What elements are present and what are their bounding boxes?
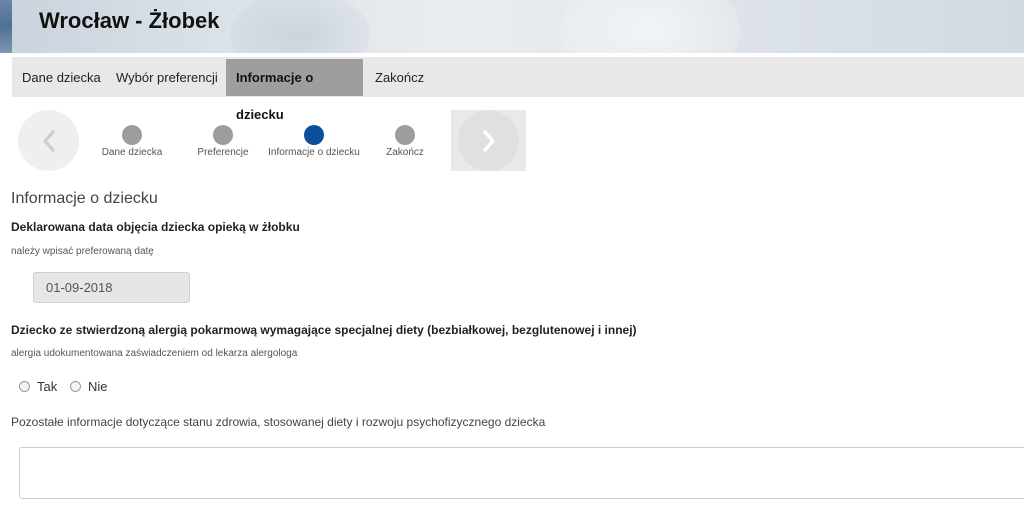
- chevron-left-icon: [18, 110, 79, 171]
- radio-option-tak[interactable]: Tak: [19, 377, 57, 395]
- header-banner: Wrocław - Żłobek: [0, 0, 1024, 53]
- banner-edge: [0, 0, 12, 53]
- tab-informacje-o-dziecku[interactable]: Informacje o dziecku: [226, 59, 363, 122]
- step-label-zakoncz: Zakończ: [386, 147, 424, 158]
- radio-label-nie: Nie: [88, 378, 108, 394]
- page-title: Wrocław - Żłobek: [39, 8, 220, 33]
- step-indicator-zakoncz[interactable]: [395, 125, 415, 145]
- previous-step-button[interactable]: [18, 110, 79, 171]
- date-question-hint: należy wpisać preferowaną datę: [11, 246, 154, 257]
- radio-label-tak: Tak: [37, 378, 58, 394]
- tab-dane-dziecka[interactable]: Dane dziecka: [12, 59, 111, 96]
- step-indicator-preferencje[interactable]: [213, 125, 233, 145]
- tab-wybor-preferencji[interactable]: Wybór preferencji: [106, 59, 228, 96]
- step-indicator-dane-dziecka[interactable]: [122, 125, 142, 145]
- allergy-question-label: Dziecko ze stwierdzoną alergią pokarmową…: [11, 323, 637, 337]
- step-indicator-informacje-o-dziecku[interactable]: [304, 125, 324, 145]
- banner-decoration: [230, 0, 370, 53]
- tab-zakoncz[interactable]: Zakończ: [365, 59, 434, 96]
- tab-bar: Dane dziecka Wybór preferencji Informacj…: [12, 57, 1024, 122]
- date-field[interactable]: 01-09-2018: [33, 272, 190, 303]
- allergy-question-hint: alergia udokumentowana zaświadczeniem od…: [11, 348, 298, 359]
- next-step-button[interactable]: [451, 110, 526, 171]
- radio-option-nie[interactable]: Nie: [70, 377, 108, 395]
- banner-decoration: [560, 0, 740, 53]
- other-info-textarea[interactable]: [19, 447, 1024, 499]
- other-info-label: Pozostałe informacje dotyczące stanu zdr…: [11, 415, 546, 429]
- chevron-right-icon: [451, 110, 526, 171]
- date-question-label: Deklarowana data objęcia dziecka opieką …: [11, 220, 300, 234]
- section-title: Informacje o dziecku: [11, 190, 158, 207]
- radio-button-nie[interactable]: [70, 380, 81, 392]
- radio-button-tak[interactable]: [19, 380, 30, 392]
